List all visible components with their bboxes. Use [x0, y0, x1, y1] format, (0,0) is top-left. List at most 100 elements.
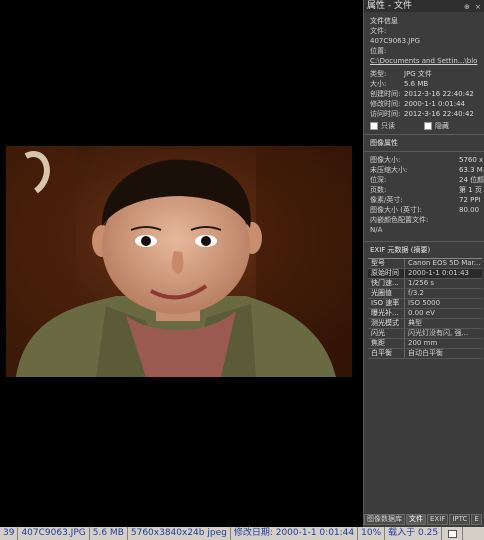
ppi-label: 像素/英寸: — [370, 196, 403, 204]
accessed-value: 2012-3-16 22:40:42 — [404, 110, 474, 118]
depth-row: 位深: 24 位颜 — [364, 175, 484, 185]
exif-value: 自动白平衡 — [408, 349, 443, 357]
modified-row: 修改时间: 2000-1-1 0:01:44 — [364, 99, 484, 109]
size-label: 大小: — [370, 80, 387, 88]
ppi-row: 像素/英寸: 72 PPI — [364, 195, 484, 205]
exif-table: 型号 Canon EOS 5D Mar... 原始时间 2000-1-1 0:01:4… — [368, 258, 482, 359]
exif-value: 2000-1-1 0:01:43 — [408, 269, 469, 277]
created-label: 创建时间: — [370, 90, 401, 98]
close-icon[interactable]: × — [475, 1, 481, 13]
uncompressed-value: 63.3 M — [459, 166, 483, 174]
attributes-row: 只读 隐藏 — [364, 121, 484, 131]
exif-row: 白平衡 自动白平衡 — [368, 349, 482, 359]
tab-file[interactable]: 文件 — [406, 514, 426, 525]
tab-iptc[interactable]: IPTC — [449, 514, 471, 525]
embedded-profile-label: 内嵌颜色配置文件: — [370, 216, 429, 224]
img-size-value: 5760 x — [459, 156, 484, 164]
status-dimensions: 5760x3840x24b jpeg — [128, 527, 231, 540]
uncompressed-label: 未压缩大小: — [370, 166, 408, 174]
pages-label: 页数: — [370, 186, 387, 194]
created-value: 2012-3-16 22:40:42 — [404, 90, 474, 98]
type-value: JPG 文件 — [404, 70, 432, 78]
exif-row: 焦距 200 mm — [368, 339, 482, 349]
status-filesize: 5.6 MB — [90, 527, 128, 540]
img-size-label: 图像大小: — [370, 156, 401, 164]
uncompressed-row: 未压缩大小: 63.3 M — [364, 165, 484, 175]
divider — [364, 151, 484, 152]
status-index: 39 — [0, 527, 19, 540]
exif-key: 焦距 — [368, 339, 405, 348]
exif-value: 1/256 s — [408, 279, 435, 287]
readonly-checkbox[interactable] — [370, 122, 378, 130]
file-name: 407C9063.JPG — [370, 37, 420, 45]
exif-row: 测光模式 典型 — [368, 319, 482, 329]
exif-value: 典型 — [408, 319, 422, 327]
created-row: 创建时间: 2012-3-16 22:40:42 — [364, 89, 484, 99]
panel-tabs: 图像数据库 文件 EXIF IPTC E — [364, 514, 484, 525]
exif-row: 光圈值 f/3.2 — [368, 289, 482, 299]
image-props-header[interactable]: 图像属性 — [370, 138, 484, 148]
embedded-profile-value: N/A — [370, 226, 383, 234]
tab-exif[interactable]: EXIF — [427, 514, 449, 525]
exif-row: 型号 Canon EOS 5D Mar... — [368, 259, 482, 269]
type-label: 类型: — [370, 70, 387, 78]
exif-value: 0.00 eV — [408, 309, 435, 317]
exif-row: 快门速... 1/256 s — [368, 279, 482, 289]
status-modified: 修改日期: 2000-1-1 0:01:44 — [231, 527, 359, 540]
img-size-in-row: 图像大小 (英寸): 80.00 — [364, 205, 484, 215]
depth-label: 位深: — [370, 176, 387, 184]
file-info-header[interactable]: 文件信息 — [370, 16, 484, 26]
modified-value: 2000-1-1 0:01:44 — [404, 100, 465, 108]
size-value: 5.6 MB — [404, 80, 429, 88]
type-row: 类型: JPG 文件 — [364, 69, 484, 79]
exif-key: 快门速... — [368, 279, 405, 288]
image-viewer[interactable] — [0, 0, 363, 527]
exif-value: ISO 5000 — [408, 299, 441, 307]
tab-more[interactable]: E — [471, 514, 482, 525]
divider — [364, 134, 484, 135]
accessed-label: 访问时间: — [370, 110, 401, 118]
properties-panel: 属性 - 文件 ⊕ × 文件信息 文件: 407C9063.JPG 位置: C:… — [363, 0, 484, 527]
img-size-in-value: 80.00 — [459, 206, 480, 214]
exif-key: 型号 — [368, 259, 405, 268]
exif-key: 光圈值 — [368, 289, 405, 298]
img-size-row: 图像大小: 5760 x — [364, 155, 484, 165]
hidden-checkbox[interactable] — [424, 122, 432, 130]
exif-value: Canon EOS 5D Mar... — [408, 259, 481, 267]
exif-row: ISO 速率 ISO 5000 — [368, 299, 482, 309]
exif-key: 闪光 — [368, 329, 405, 338]
divider — [364, 241, 484, 242]
tab-image-database[interactable]: 图像数据库 — [364, 514, 405, 525]
photo-illustration — [6, 146, 352, 377]
window-icon — [447, 529, 457, 538]
ppi-value: 72 PPI — [459, 196, 481, 204]
status-filename: 407C9063.JPG — [18, 527, 90, 540]
accessed-row: 访问时间: 2012-3-16 22:40:42 — [364, 109, 484, 119]
exif-key: 曝光补... — [368, 309, 405, 318]
photo-preview[interactable] — [6, 146, 352, 377]
exif-header[interactable]: EXIF 元数据 (摘要) — [370, 245, 484, 255]
exif-key: 白平衡 — [368, 349, 405, 358]
exif-row: 曝光补... 0.00 eV — [368, 309, 482, 319]
pages-row: 页数: 第 1 页 — [364, 185, 484, 195]
exif-value: 闪光灯没有闪, 强... — [408, 329, 469, 337]
img-size-in-label: 图像大小 (英寸): — [370, 206, 423, 214]
readonly-label: 只读 — [381, 122, 395, 130]
exif-row: 闪光 闪光灯没有闪, 强... — [368, 329, 482, 339]
exif-key: 测光模式 — [368, 319, 405, 328]
exif-row: 原始时间 2000-1-1 0:01:43 — [368, 269, 482, 279]
exif-key: 原始时间 — [368, 269, 405, 278]
hidden-label: 隐藏 — [435, 122, 449, 130]
location-label: 位置: — [370, 47, 387, 55]
exif-key: ISO 速率 — [368, 299, 405, 308]
size-row: 大小: 5.6 MB — [364, 79, 484, 89]
depth-value: 24 位颜 — [459, 176, 484, 184]
status-loading: 载入于 0.25 — [385, 527, 443, 540]
pin-icon[interactable]: ⊕ — [464, 1, 470, 13]
status-bar: 39 407C9063.JPG 5.6 MB 5760x3840x24b jpe… — [0, 527, 484, 540]
panel-title: 属性 - 文件 — [367, 1, 412, 11]
status-view-icon[interactable] — [442, 527, 464, 540]
modified-label: 修改时间: — [370, 100, 401, 108]
location-link[interactable]: C:\Documents and Settin...\blo — [364, 56, 484, 66]
panel-title-bar[interactable]: 属性 - 文件 ⊕ × — [364, 0, 484, 12]
